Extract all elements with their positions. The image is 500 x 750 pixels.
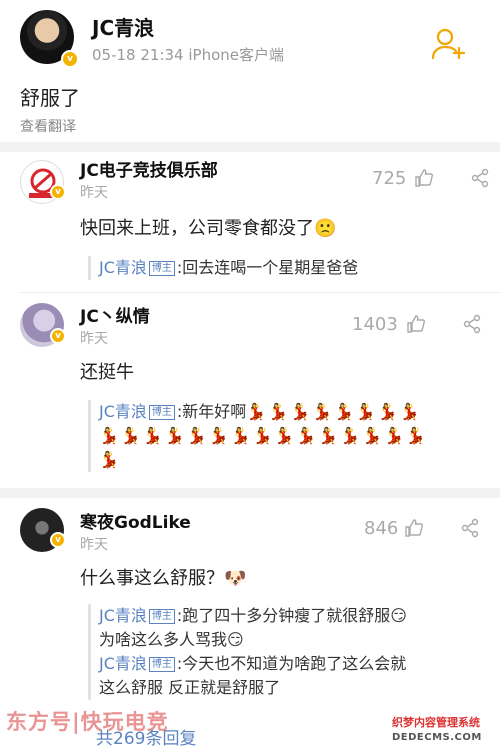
section-divider: [0, 142, 500, 152]
host-badge: 博主: [148, 657, 175, 672]
thumbs-up-icon[interactable]: [414, 168, 434, 188]
reply-item[interactable]: JC青浪 博主:新年好啊💃💃💃💃💃💃💃💃 💃💃💃💃💃💃💃💃💃💃💃💃💃💃💃 💃: [88, 400, 468, 472]
dancer-emoji-row: 💃💃💃💃💃💃💃💃💃💃💃💃💃💃💃: [99, 426, 428, 445]
comment-time: 昨天: [80, 537, 108, 553]
reply-author-name[interactable]: JC青浪: [99, 606, 147, 625]
watermark-logo: 织梦内容管理系统 DEDECMS.COM: [386, 712, 500, 750]
reply-text: :今天也不知道为啥跑了这么会就: [176, 654, 407, 673]
like-count: 846: [364, 518, 399, 539]
comment-text: 快回来上班，公司零食都没了🙁: [80, 218, 337, 239]
host-badge: 博主: [148, 261, 175, 276]
reply-author-name[interactable]: JC青浪: [99, 258, 147, 277]
watermark-domain: DEDECMS.COM: [392, 732, 482, 743]
host-badge: 博主: [148, 405, 175, 420]
reply-text: :跑了四十多分钟瘦了就很舒服😏: [176, 606, 407, 625]
share-icon[interactable]: [460, 518, 480, 538]
verified-badge-icon: v: [61, 50, 79, 68]
comment-author-name[interactable]: JC丶纵情: [80, 302, 150, 327]
comment-time: 昨天: [80, 331, 108, 347]
section-divider: [0, 488, 500, 498]
post-header: v JC青浪 05-18 21:34 iPhone客户端: [0, 0, 500, 80]
comment-text: 还挺牛: [80, 362, 134, 383]
thumbs-up-icon[interactable]: [406, 314, 426, 334]
reply-author-name[interactable]: JC青浪: [99, 654, 147, 673]
comment-author-name[interactable]: 寒夜GodLike: [80, 508, 191, 533]
comment-time: 昨天: [80, 185, 108, 201]
verified-badge-icon: v: [50, 184, 66, 200]
reply-text: 为啥这么多人骂我😏: [99, 630, 244, 649]
post-text: 舒服了: [20, 86, 80, 110]
thumbs-up-icon[interactable]: [404, 518, 424, 538]
post-author-name[interactable]: JC青浪: [92, 12, 154, 41]
reply-text: 这么舒服 反正就是舒服了: [99, 678, 281, 697]
like-count: 725: [372, 168, 407, 189]
add-follow-icon[interactable]: [430, 26, 466, 62]
reply-author-name[interactable]: JC青浪: [99, 402, 147, 421]
comment-author-name[interactable]: JC电子竞技俱乐部: [80, 156, 218, 181]
share-icon[interactable]: [470, 168, 490, 188]
dancer-emoji-row: 💃: [99, 450, 121, 469]
watermark-text: 东方号|快玩电竞: [6, 710, 169, 734]
reply-text: :新年好啊: [176, 402, 247, 421]
reply-item[interactable]: JC青浪 博主:跑了四十多分钟瘦了就很舒服😏 为啥这么多人骂我😏 JC青浪 博主:今…: [88, 604, 478, 700]
share-icon[interactable]: [462, 314, 482, 334]
comment-divider: [20, 292, 500, 293]
like-count: 1403: [352, 314, 398, 335]
verified-badge-icon: v: [50, 532, 66, 548]
reply-text: :回去连喝一个星期星爸爸: [176, 258, 359, 277]
reply-item[interactable]: JC青浪 博主:回去连喝一个星期星爸爸: [88, 256, 358, 280]
host-badge: 博主: [148, 609, 175, 624]
verified-badge-icon: v: [50, 328, 66, 344]
watermark-title: 织梦内容管理系统: [392, 716, 480, 729]
translate-link[interactable]: 查看翻译: [20, 116, 76, 136]
dancer-emoji-row: 💃💃💃💃💃💃💃💃: [246, 402, 422, 421]
post-meta: 05-18 21:34 iPhone客户端: [92, 46, 284, 64]
comment-text: 什么事这么舒服？🐶: [80, 568, 247, 589]
